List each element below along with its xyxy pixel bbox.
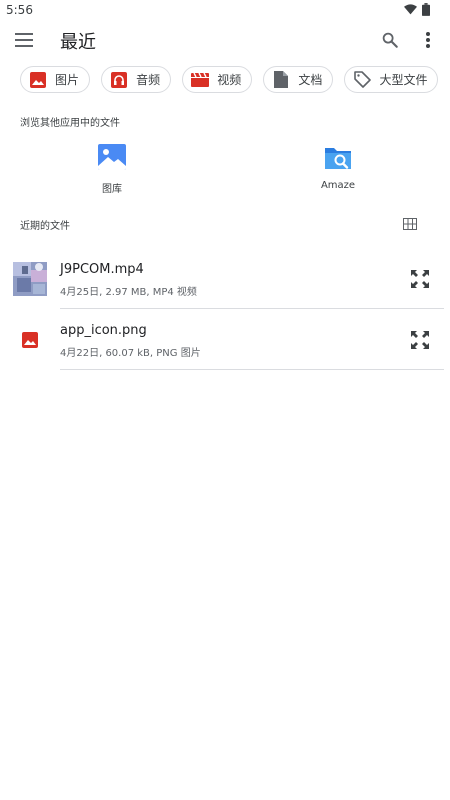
app-tile-label: 图库 — [102, 184, 122, 195]
chip-images[interactable]: 图片 — [20, 66, 91, 93]
file-name: app_icon.png — [60, 323, 147, 338]
menu-button[interactable] — [12, 28, 36, 52]
file-meta: 4月25日, 2.97 MB, MP4 视频 — [60, 287, 197, 298]
chip-video[interactable]: 视频 — [182, 66, 253, 93]
chip-large-files[interactable]: 大型文件 — [344, 66, 439, 93]
chip-label: 图片 — [55, 73, 80, 87]
app-tile-amaze[interactable]: Amaze — [293, 142, 383, 198]
menu-icon — [15, 33, 33, 47]
row-divider — [60, 369, 444, 370]
fullscreen-icon — [411, 331, 429, 349]
wifi-icon — [404, 4, 417, 15]
grid-view-icon — [403, 218, 417, 230]
page-title: 最近 — [60, 32, 96, 53]
status-icons — [404, 3, 430, 16]
chip-label: 音频 — [136, 73, 161, 87]
chip-label: 大型文件 — [379, 73, 428, 87]
document-icon — [272, 71, 290, 89]
image-icon — [29, 71, 47, 89]
browse-apps-heading: 浏览其他应用中的文件 — [20, 118, 120, 129]
recent-file-row[interactable]: J9PCOM.mp4 4月25日, 2.97 MB, MP4 视频 — [0, 249, 450, 309]
chip-documents[interactable]: 文档 — [263, 66, 334, 93]
app-tile-label: Amaze — [320, 180, 356, 191]
status-time: 5:56 — [6, 3, 33, 17]
headphones-icon — [110, 71, 128, 89]
recent-files-heading: 近期的文件 — [20, 221, 70, 232]
more-options-button[interactable] — [416, 28, 440, 52]
search-button[interactable] — [378, 28, 402, 52]
amaze-folder-icon — [325, 148, 351, 169]
preview-button[interactable] — [408, 328, 432, 352]
gallery-icon — [98, 144, 126, 170]
file-name: J9PCOM.mp4 — [60, 262, 144, 277]
chip-label: 文档 — [298, 73, 323, 87]
chip-label: 视频 — [217, 73, 242, 87]
file-meta: 4月22日, 60.07 kB, PNG 图片 — [60, 348, 201, 359]
grid-view-button[interactable] — [401, 215, 419, 233]
search-icon — [382, 32, 398, 48]
battery-icon — [422, 3, 430, 16]
preview-button[interactable] — [408, 267, 432, 291]
tag-icon — [353, 71, 371, 89]
movie-icon — [191, 71, 210, 89]
more-vert-icon — [426, 32, 430, 48]
filter-chips: 图片 音频 视频 文档 大型文件 本 — [20, 66, 450, 94]
status-bar: 5:56 — [0, 0, 450, 22]
fullscreen-icon — [411, 270, 429, 288]
row-divider — [60, 308, 444, 309]
app-bar: 最近 — [0, 22, 450, 58]
recent-file-row[interactable]: app_icon.png 4月22日, 60.07 kB, PNG 图片 — [0, 310, 450, 370]
chip-audio[interactable]: 音频 — [101, 66, 172, 93]
app-tile-gallery[interactable]: 图库 — [67, 142, 157, 198]
image-file-icon — [13, 323, 47, 357]
video-thumbnail — [13, 262, 47, 296]
